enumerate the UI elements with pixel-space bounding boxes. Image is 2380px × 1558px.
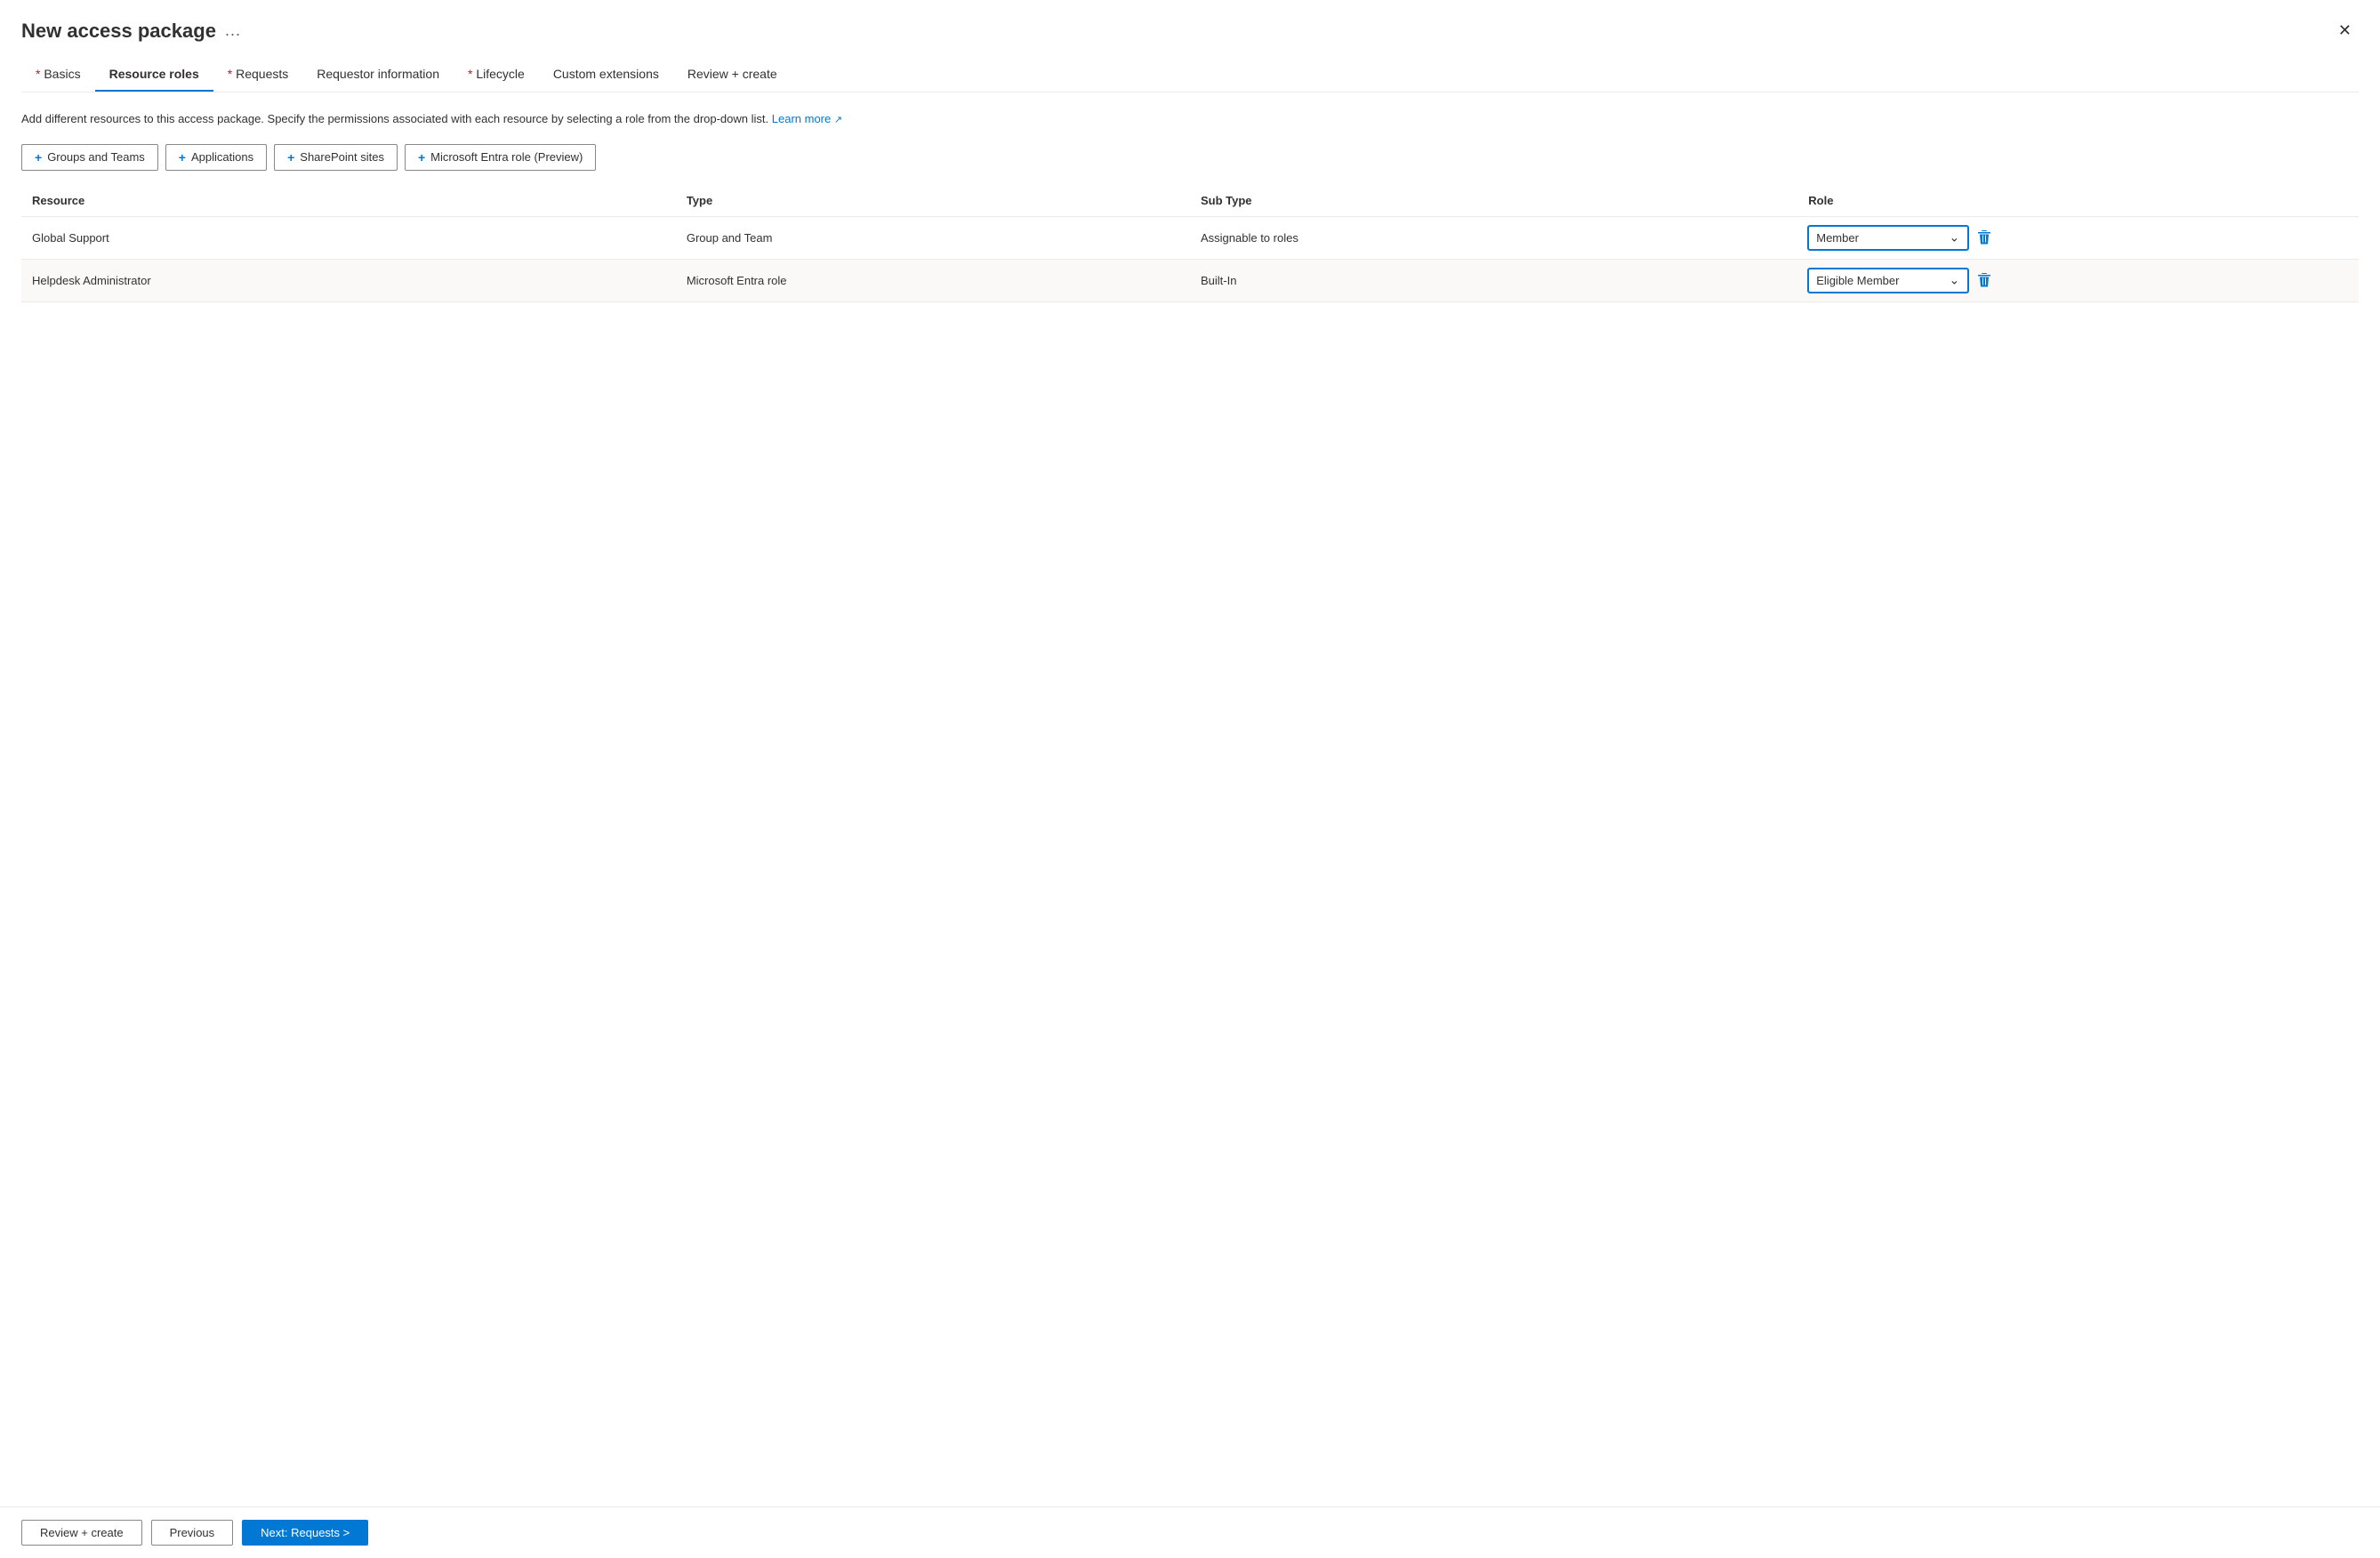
previous-button[interactable]: Previous [151,1520,234,1546]
learn-more-link[interactable]: Learn more ↗ [772,112,842,125]
role-select-row-0[interactable]: MemberOwner [1808,226,1968,250]
add-microsoft-entra-role-button[interactable]: + Microsoft Entra role (Preview) [405,144,596,171]
delete-row-button-0[interactable] [1974,226,1995,249]
cell-subtype: Assignable to roles [1190,216,1797,259]
cell-subtype: Built-In [1190,259,1797,301]
more-options-icon[interactable]: ... [225,21,241,40]
tab-basics[interactable]: Basics [21,58,95,92]
cell-type: Group and Team [676,216,1190,259]
add-applications-button[interactable]: + Applications [165,144,267,171]
trash-icon [1977,272,1991,288]
footer-bar: Review + create Previous Next: Requests … [0,1506,2380,1558]
plus-icon: + [418,150,425,165]
nav-tabs: Basics Resource roles Requests Requestor… [21,58,2359,92]
column-header-subtype: Sub Type [1190,185,1797,217]
cell-type: Microsoft Entra role [676,259,1190,301]
table-row: Global SupportGroup and TeamAssignable t… [21,216,2359,259]
role-select-row-1[interactable]: Eligible MemberActive Member [1808,269,1968,293]
add-sharepoint-sites-button[interactable]: + SharePoint sites [274,144,398,171]
column-header-resource: Resource [21,185,676,217]
column-header-role: Role [1797,185,2359,217]
tab-resource-roles[interactable]: Resource roles [95,58,213,92]
cell-resource: Global Support [21,216,676,259]
trash-icon [1977,229,1991,245]
tab-requests[interactable]: Requests [213,58,303,92]
cell-role: Eligible MemberActive Member [1797,259,2359,301]
review-create-button[interactable]: Review + create [21,1520,142,1546]
delete-row-button-1[interactable] [1974,269,1995,292]
column-header-type: Type [676,185,1190,217]
tab-review-create[interactable]: Review + create [673,58,792,92]
action-buttons-group: + Groups and Teams + Applications + Shar… [21,144,2359,171]
description-text: Add different resources to this access p… [21,110,2359,128]
tab-custom-extensions[interactable]: Custom extensions [539,58,673,92]
next-requests-button[interactable]: Next: Requests > [242,1520,368,1546]
cell-role: MemberOwner [1797,216,2359,259]
tab-requestor-information[interactable]: Requestor information [302,58,454,92]
resource-roles-table-container: Resource Type Sub Type Role Global Suppo… [21,185,2359,1507]
close-button[interactable]: ✕ [2331,18,2359,44]
plus-icon: + [35,150,42,165]
plus-icon: + [179,150,186,165]
page-title: New access package [21,20,216,43]
add-groups-and-teams-button[interactable]: + Groups and Teams [21,144,158,171]
external-link-icon: ↗ [834,115,842,125]
resource-roles-table: Resource Type Sub Type Role Global Suppo… [21,185,2359,302]
tab-lifecycle[interactable]: Lifecycle [454,58,539,92]
cell-resource: Helpdesk Administrator [21,259,676,301]
plus-icon: + [287,150,294,165]
table-row: Helpdesk AdministratorMicrosoft Entra ro… [21,259,2359,301]
